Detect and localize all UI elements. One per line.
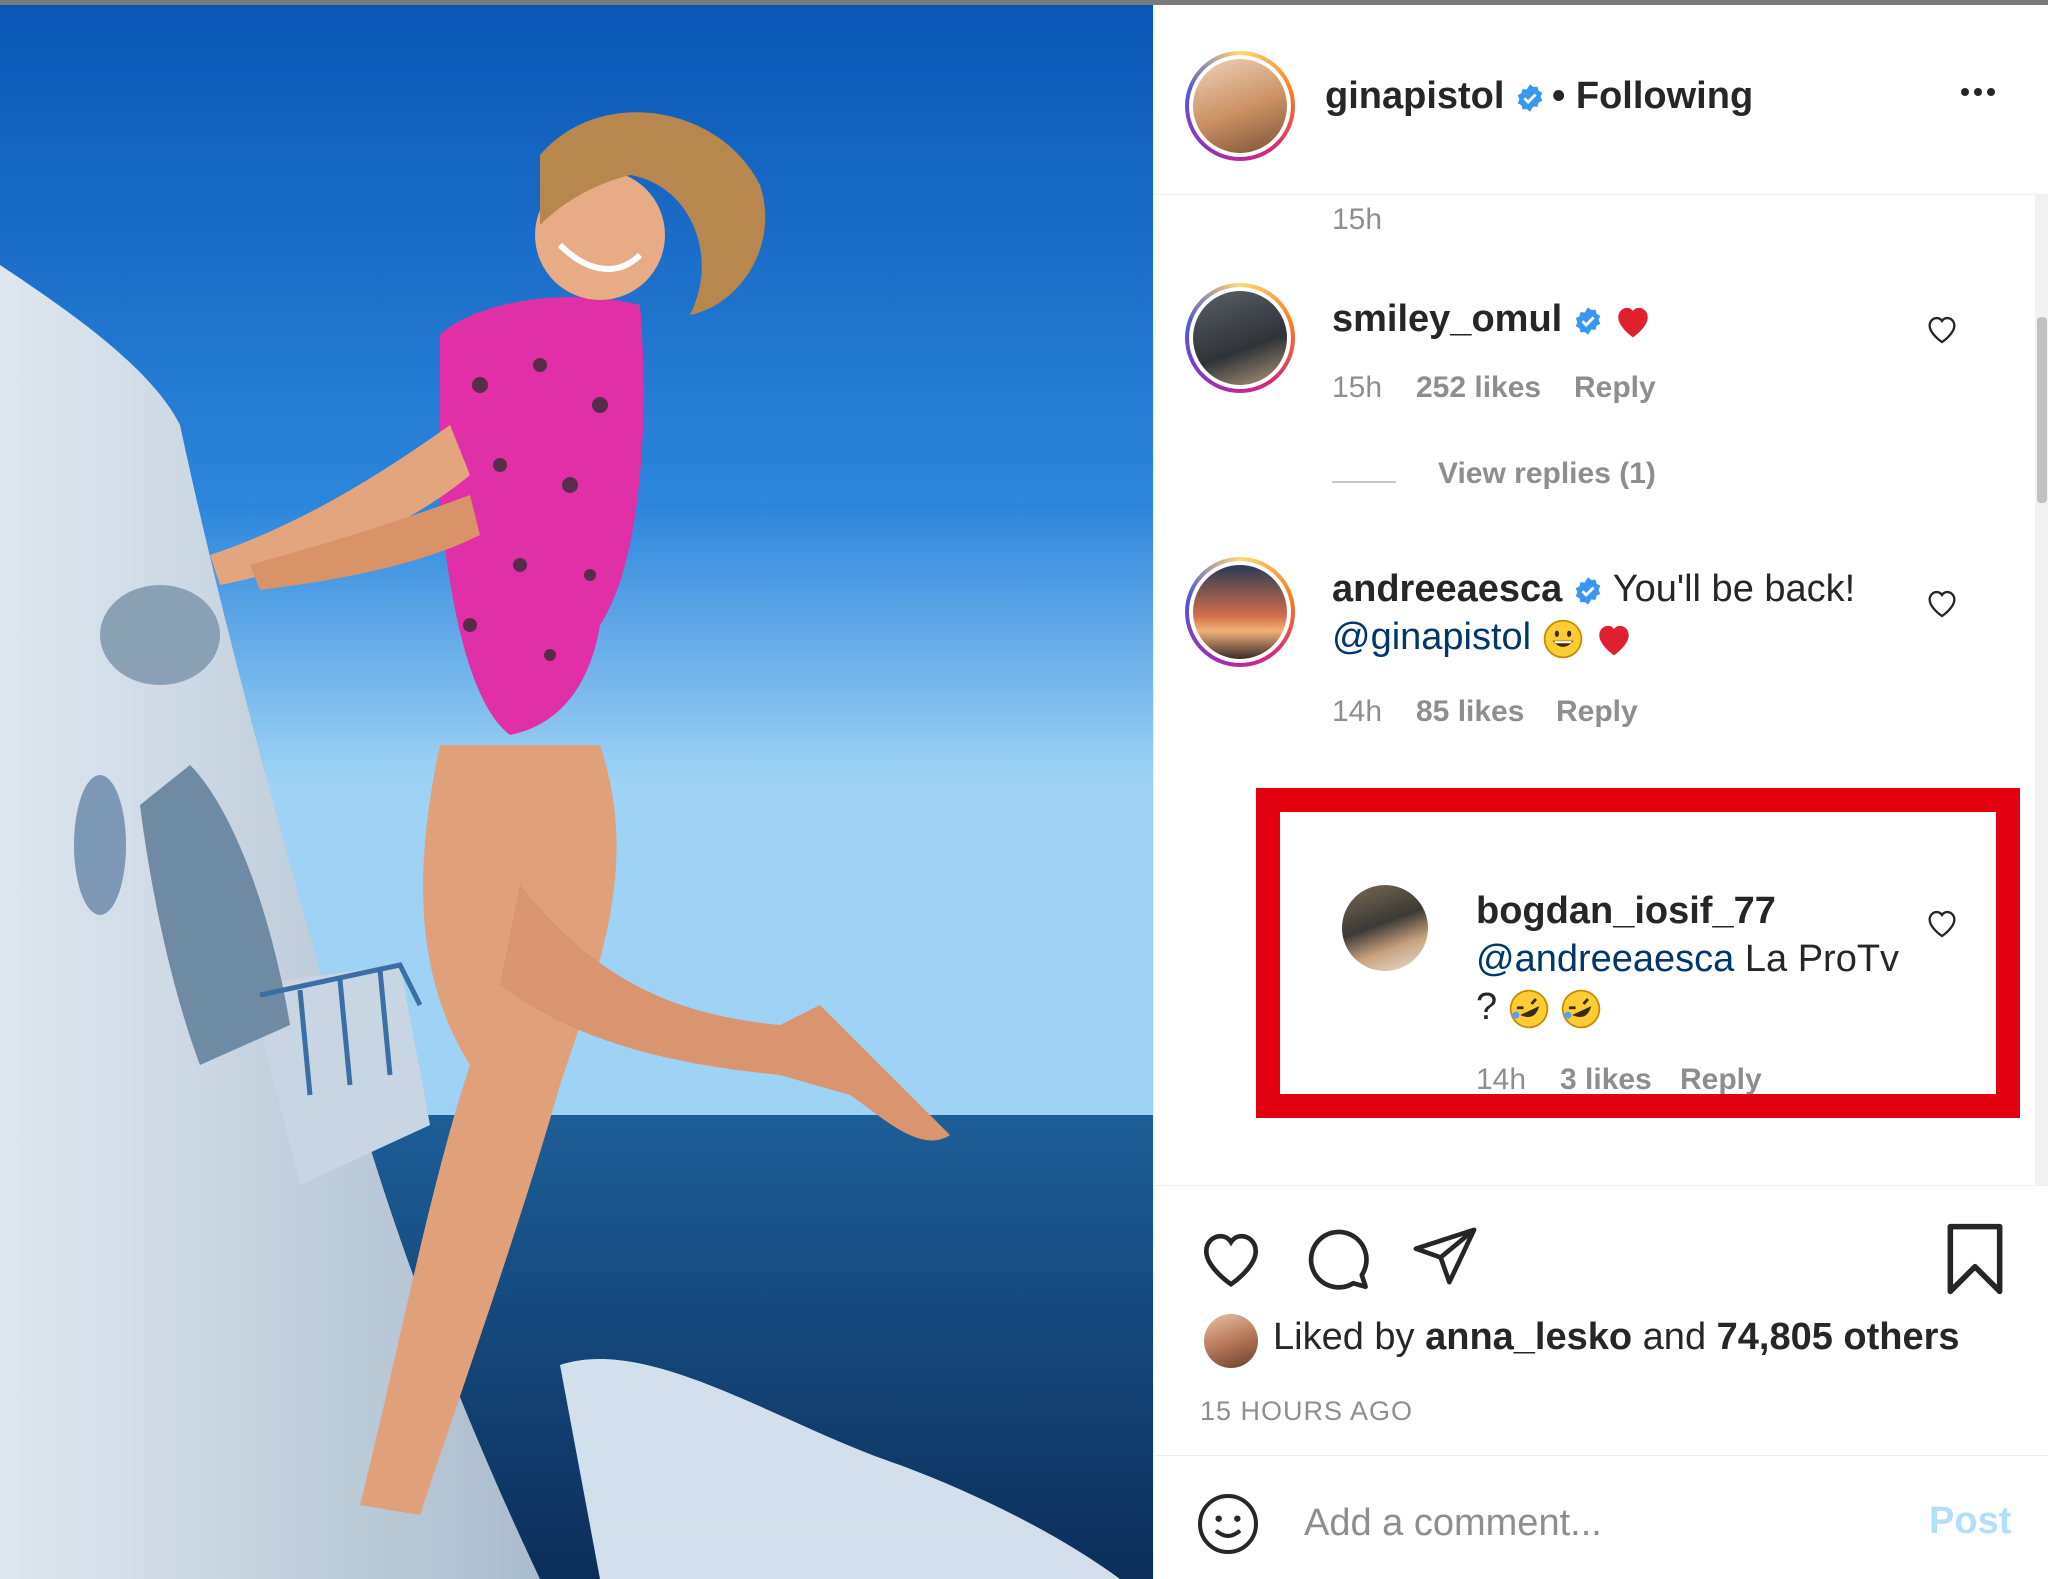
mention-link[interactable]: @ginapistol bbox=[1332, 616, 1531, 658]
comment-username[interactable]: smiley_omul bbox=[1332, 298, 1562, 340]
comment-time[interactable]: 14h bbox=[1332, 695, 1382, 729]
author-username[interactable]: ginapistol bbox=[1325, 75, 1504, 117]
more-options-button[interactable] bbox=[1961, 83, 2011, 113]
verified-badge-icon bbox=[1517, 84, 1543, 112]
follow-status-button[interactable]: • Following bbox=[1552, 75, 1753, 118]
replies-divider bbox=[1332, 481, 1396, 483]
comment-body: andreeaesca You'll be back! @ginapistol bbox=[1332, 565, 1892, 661]
liker-username[interactable]: anna_lesko bbox=[1425, 1316, 1632, 1358]
author-avatar[interactable] bbox=[1185, 51, 1295, 161]
save-bookmark-icon[interactable] bbox=[1944, 1222, 2006, 1296]
caption-time: 15h bbox=[1332, 203, 1383, 236]
comment-likes[interactable]: 252 likes bbox=[1416, 371, 1541, 405]
liker-avatar[interactable] bbox=[1204, 1314, 1258, 1368]
comment-avatar[interactable] bbox=[1185, 283, 1295, 393]
like-comment-heart-icon[interactable] bbox=[1924, 313, 1960, 345]
comment-avatar[interactable] bbox=[1185, 557, 1295, 667]
comment-body: smiley_omul bbox=[1332, 295, 1653, 343]
like-heart-icon[interactable] bbox=[1196, 1226, 1266, 1290]
grinning-face-emoji-icon bbox=[1543, 619, 1582, 659]
emoji-picker-icon[interactable] bbox=[1196, 1492, 1260, 1556]
red-heart-emoji-icon bbox=[1618, 307, 1649, 338]
scrollbar-thumb[interactable] bbox=[2037, 317, 2047, 503]
likes-prefix: Liked by bbox=[1273, 1316, 1415, 1358]
post-time-ago[interactable]: 15 HOURS AGO bbox=[1200, 1396, 1413, 1427]
photo-illustration bbox=[0, 5, 1153, 1579]
comment-bubble-icon[interactable] bbox=[1302, 1224, 1372, 1294]
share-paper-plane-icon[interactable] bbox=[1410, 1224, 1480, 1288]
red-heart-emoji-icon bbox=[1599, 625, 1629, 656]
add-comment-bar: Post bbox=[1154, 1455, 2048, 1579]
comment-time[interactable]: 15h bbox=[1332, 371, 1382, 405]
verified-badge-icon bbox=[1575, 577, 1601, 605]
comments-scrollbar[interactable] bbox=[2035, 195, 2048, 1185]
post-comment-button[interactable]: Post bbox=[1929, 1500, 2011, 1543]
comment-text: You'll be back! bbox=[1612, 568, 1856, 610]
likes-count[interactable]: 74,805 others bbox=[1717, 1316, 1960, 1358]
reply-button[interactable]: Reply bbox=[1556, 695, 1638, 729]
post-actions: Liked by anna_lesko and 74,805 others 15… bbox=[1154, 1185, 2048, 1485]
verified-badge-icon bbox=[1575, 307, 1601, 335]
like-comment-heart-icon[interactable] bbox=[1924, 587, 1960, 619]
author-username-row: ginapistol bbox=[1325, 75, 1545, 118]
post-photo[interactable] bbox=[0, 5, 1153, 1579]
likes-middle: and bbox=[1642, 1316, 1707, 1358]
reply-button[interactable]: Reply bbox=[1574, 371, 1656, 405]
highlight-annotation-box bbox=[1256, 788, 2020, 1118]
post-header: ginapistol • Following bbox=[1154, 5, 2048, 195]
likes-summary[interactable]: Liked by anna_lesko and 74,805 others bbox=[1273, 1316, 1960, 1359]
comment-username[interactable]: andreeaesca bbox=[1332, 568, 1562, 610]
add-comment-input[interactable] bbox=[1304, 1498, 1864, 1548]
view-replies-button[interactable]: View replies (1) bbox=[1438, 457, 1656, 491]
comment-likes[interactable]: 85 likes bbox=[1416, 695, 1524, 729]
